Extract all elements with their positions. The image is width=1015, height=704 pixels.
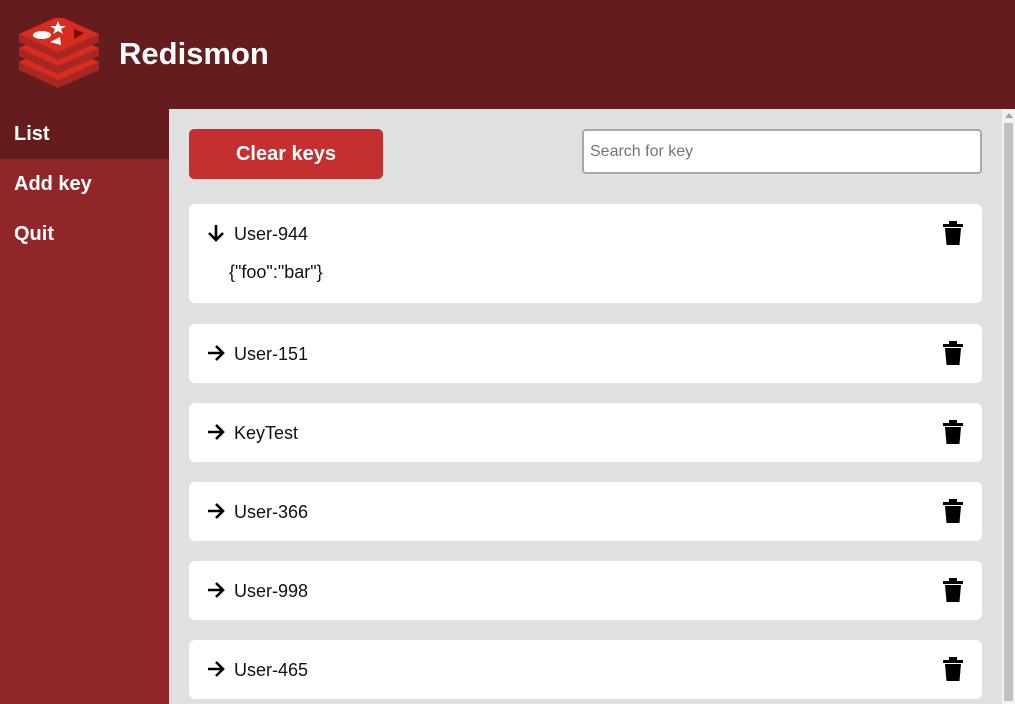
key-name: KeyTest (234, 423, 299, 443)
sidebar-item-list[interactable]: List (0, 109, 169, 159)
key-card-header[interactable]: User-465 (189, 640, 982, 699)
arrow-right-icon (208, 345, 225, 361)
key-card-header[interactable]: User-151 (189, 324, 982, 383)
trash-icon[interactable] (943, 499, 963, 523)
clear-keys-button[interactable]: Clear keys (189, 129, 383, 179)
scroll-up-arrow-icon[interactable] (1005, 113, 1013, 118)
key-name: User-998 (234, 581, 309, 601)
sidebar: List Add key Quit (0, 109, 169, 704)
key-name: User-366 (234, 502, 309, 522)
key-list-panel: Clear keys User-944 {"foo":"bar"} User-1… (169, 109, 1002, 704)
sidebar-item-quit[interactable]: Quit (0, 209, 169, 259)
search-input[interactable] (582, 129, 982, 174)
trash-icon[interactable] (943, 657, 963, 681)
arrow-right-icon (208, 661, 225, 677)
key-name: User-944 (234, 224, 309, 244)
trash-icon[interactable] (943, 578, 963, 602)
trash-icon[interactable] (943, 341, 963, 365)
redis-logo-icon (19, 18, 99, 88)
trash-icon[interactable] (943, 420, 963, 444)
key-value: {"foo":"bar"} (229, 262, 323, 282)
trash-icon[interactable] (943, 221, 963, 245)
key-card-header[interactable]: KeyTest (189, 403, 982, 462)
arrow-right-icon (208, 424, 225, 440)
key-name: User-465 (234, 660, 309, 680)
vertical-scrollbar[interactable] (1002, 109, 1015, 704)
key-card: User-151 (189, 324, 982, 383)
key-name: User-151 (234, 344, 309, 364)
key-card: KeyTest (189, 403, 982, 462)
key-card-header[interactable]: User-366 (189, 482, 982, 541)
key-card: User-944 {"foo":"bar"} (189, 204, 982, 303)
arrow-down-icon (208, 225, 224, 242)
app-title: Redismon (119, 36, 269, 71)
arrow-right-icon (208, 503, 225, 519)
key-card-header[interactable]: User-998 (189, 561, 982, 620)
key-card: User-465 (189, 640, 982, 699)
key-card: User-998 (189, 561, 982, 620)
scrollbar-thumb[interactable] (1004, 123, 1013, 701)
key-card: User-366 (189, 482, 982, 541)
arrow-right-icon (208, 582, 225, 598)
key-card-header[interactable]: User-944 (189, 204, 982, 263)
app-header: Redismon (0, 0, 1015, 109)
sidebar-item-add-key[interactable]: Add key (0, 159, 169, 209)
